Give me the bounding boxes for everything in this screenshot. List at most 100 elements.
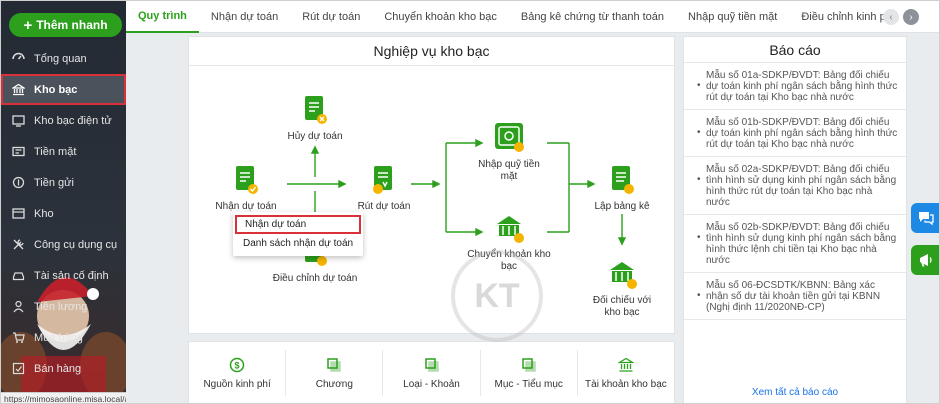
report-link[interactable]: Mẫu số 01a-SDKP/ĐVDT: Bảng đối chiếu dự … [684, 63, 906, 110]
bank-transfer-icon [497, 216, 524, 243]
receive-estimate-menu: Nhận dự toán Danh sách nhận dự toán [233, 212, 363, 256]
bank-reconcile-icon [610, 262, 637, 289]
category-bar: $ Nguồn kinh phí Chương Loại - Khoản Mục… [188, 341, 675, 403]
megaphone-icon [920, 254, 932, 267]
sidebar-item-tools[interactable]: Công cụ dụng cụ [1, 229, 126, 260]
reports-panel: Báo cáo Mẫu số 01a-SDKP/ĐVDT: Bảng đối c… [683, 36, 907, 403]
node-label: Đối chiếu với kho bạc [592, 295, 652, 318]
svg-text:$: $ [235, 360, 240, 370]
tab-bar: Quy trình Nhận dự toán Rút dự toán Chuyể… [126, 1, 939, 33]
treasury-account-icon [617, 357, 634, 372]
safe-icon [495, 123, 524, 152]
node-cash-receipt[interactable]: Nhập quỹ tiền mặt [471, 121, 547, 183]
category-funding-source[interactable]: $ Nguồn kinh phí [189, 350, 287, 396]
report-link[interactable]: Mẫu số 02b-SDKP/ĐVDT: Bảng đối chiếu tìn… [684, 215, 906, 273]
report-link[interactable]: Mẫu số 06-ĐCSDTK/KBNN: Bảng xác nhận số … [684, 273, 906, 320]
node-withdraw-estimate[interactable]: Rút dự toán [349, 165, 419, 213]
deposit-icon [11, 175, 26, 190]
node-label: Hủy dự toán [287, 131, 343, 142]
sidebar-item-overview[interactable]: Tổng quan [1, 43, 126, 74]
node-receive-estimate[interactable]: Nhận dự toán [205, 165, 287, 213]
tab-withdraw-estimate[interactable]: Rút dự toán [290, 1, 372, 33]
sidebar-item-label: Kho [34, 207, 54, 220]
chat-icon [919, 212, 934, 226]
sidebar-item-cash[interactable]: Tiền mặt [1, 136, 126, 167]
node-cancel-estimate[interactable]: Hủy dự toán [275, 95, 355, 143]
plus-icon: + [23, 16, 33, 34]
sidebar-item-label: Công cụ dụng cụ [34, 238, 118, 251]
warehouse-icon [11, 206, 26, 221]
category-type-item[interactable]: Loại - Khoản [383, 350, 481, 396]
sidebar-item-label: Tiền gửi [34, 176, 74, 189]
car-icon [11, 268, 26, 283]
category-chapter[interactable]: Chương [286, 350, 384, 396]
node-treasury-transfer[interactable]: Chuyển khoản kho bạc [465, 213, 553, 273]
document-list-icon [612, 166, 634, 194]
menu-item-receive-estimate[interactable]: Nhận dự toán [235, 215, 361, 234]
sub-item-icon [521, 357, 536, 372]
sidebar-item-e-treasury[interactable]: Kho bạc điện tử [1, 105, 126, 136]
report-link[interactable]: Mẫu số 01b-SDKP/ĐVDT: Bảng đối chiếu dự … [684, 110, 906, 157]
type-item-icon [424, 357, 439, 372]
sidebar-item-label: Kho bạc [34, 83, 78, 96]
tab-process[interactable]: Quy trình [126, 1, 199, 33]
sidebar-item-warehouse[interactable]: Kho [1, 198, 126, 229]
sidebar-item-label: Tổng quan [34, 52, 87, 65]
sidebar-item-purchasing[interactable]: Mua hàng [1, 322, 126, 353]
sidebar-item-label: Tài sản cố định [34, 269, 109, 282]
document-cancel-icon [305, 96, 327, 124]
sidebar-item-label: Kho bạc điện tử [34, 114, 112, 127]
sidebar-item-label: Tiền lương [34, 300, 88, 313]
salary-icon [11, 299, 26, 314]
main-content: Nghiệp vụ kho bạc Nhận dự toán Hủy dự to… [126, 33, 939, 403]
tab-payment-voucher-list[interactable]: Bảng kê chứng từ thanh toán [509, 1, 676, 33]
process-panel: Nghiệp vụ kho bạc Nhận dự toán Hủy dự to… [188, 36, 675, 342]
sidebar-item-treasury[interactable]: Kho bạc [1, 74, 126, 105]
sidebar-item-deposit[interactable]: Tiền gửi [1, 167, 126, 198]
bank-icon [11, 82, 26, 97]
category-label: Tài khoản kho bạc [585, 378, 667, 390]
tools-icon [11, 237, 26, 252]
category-label: Nguồn kinh phí [203, 378, 271, 390]
sidebar-item-sales[interactable]: Bán hàng [1, 353, 126, 384]
category-label: Chương [315, 378, 353, 390]
document-coin-icon [373, 166, 392, 194]
sales-icon [11, 361, 26, 376]
sidebar-item-label: Tiền mặt [34, 145, 77, 158]
tab-cash-receipt[interactable]: Nhập quỹ tiền mặt [676, 1, 789, 33]
category-label: Loại - Khoản [403, 378, 460, 390]
status-bar-url: https://mimosaonline.misa.local/asset [1, 392, 126, 403]
sidebar-nav: Tổng quan Kho bạc Kho bạc điện tử Tiền m… [1, 43, 126, 384]
quick-add-label: Thêm nhanh [36, 18, 108, 32]
feedback-tool-button[interactable] [911, 245, 939, 275]
view-all-reports-link[interactable]: Xem tất cả báo cáo [684, 387, 906, 398]
sidebar-item-label: Mua hàng [34, 331, 83, 344]
e-treasury-icon [11, 113, 26, 128]
node-label: Điều chỉnh dự toán [272, 273, 358, 284]
sidebar-item-salary[interactable]: Tiền lương [1, 291, 126, 322]
sidebar: + Thêm nhanh Tổng quan Kho bạc Kho bạc đ… [1, 1, 126, 403]
category-treasury-account[interactable]: Tài khoản kho bạc [578, 350, 674, 396]
chapter-icon [327, 357, 342, 372]
money-source-icon: $ [229, 357, 245, 372]
node-create-list[interactable]: Lập bảng kê [585, 165, 659, 213]
sidebar-item-label: Bán hàng [34, 362, 82, 375]
quick-add-button[interactable]: + Thêm nhanh [9, 13, 122, 37]
menu-item-receive-estimate-list[interactable]: Danh sách nhận dự toán [233, 234, 363, 253]
tab-treasury-transfer[interactable]: Chuyển khoản kho bạc [372, 1, 509, 33]
node-label: Lập bảng kê [594, 201, 650, 212]
tab-receive-estimate[interactable]: Nhận dự toán [199, 1, 290, 33]
reports-title: Báo cáo [684, 37, 906, 63]
chat-support-button[interactable] [911, 203, 939, 233]
app-window: + Thêm nhanh Tổng quan Kho bạc Kho bạc đ… [0, 0, 940, 404]
cart-icon [11, 330, 26, 345]
document-check-icon [236, 166, 258, 194]
category-sub-item[interactable]: Mục - Tiểu mục [481, 350, 578, 396]
tab-scroll-controls: ‹ › [883, 9, 919, 25]
sidebar-item-fixed-assets[interactable]: Tài sản cố định [1, 260, 126, 291]
node-reconcile-treasury[interactable]: Đối chiếu với kho bạc [587, 259, 657, 319]
chevron-left-icon[interactable]: ‹ [883, 9, 899, 25]
chevron-right-icon[interactable]: › [903, 9, 919, 25]
report-link[interactable]: Mẫu số 02a-SDKP/ĐVDT: Bảng đối chiếu tìn… [684, 157, 906, 215]
dashboard-icon [11, 51, 26, 66]
